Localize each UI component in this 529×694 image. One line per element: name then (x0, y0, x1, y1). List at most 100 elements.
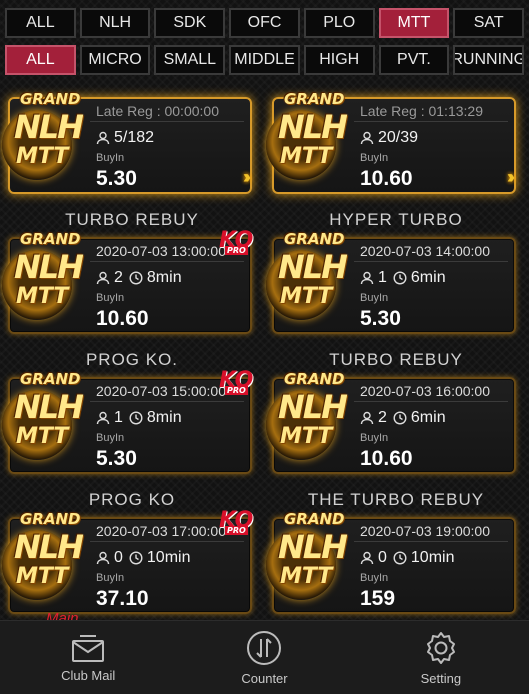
logo-grand: GRAND (284, 90, 345, 108)
filter-game-nlh[interactable]: NLH (79, 8, 151, 38)
players-icon (360, 271, 374, 285)
filter-game-all[interactable]: ALL (5, 8, 76, 38)
ko-pro-badge: KO PRO (219, 508, 253, 535)
late-reg-timer: Late Reg : 00:00:00 (90, 101, 244, 122)
game-logo: GRAND NLH MTT (0, 510, 84, 622)
players-icon (96, 551, 110, 565)
player-stats: 0 10min (96, 549, 190, 567)
logo-game: NLH (278, 248, 348, 286)
bottom-nav: Club Mail Counter Setting (0, 620, 529, 694)
players-icon (360, 131, 374, 145)
counter-icon (246, 630, 282, 666)
stake-filters: ALL MICRO SMALL MIDDLE HIGH PVT. RUNNING (0, 45, 529, 75)
logo-game: NLH (14, 108, 84, 146)
player-stats: 2 6min (360, 409, 446, 427)
player-stats: 1 8min (96, 409, 182, 427)
players-count: 1 (378, 269, 387, 286)
buyin-label: BuyIn (96, 152, 125, 164)
players-count: 2 (378, 409, 387, 426)
start-time: 2020-07-03 16:00:00 (354, 381, 508, 402)
logo-type: MTT (16, 284, 69, 309)
players-icon (360, 411, 374, 425)
logo-grand: GRAND (284, 510, 345, 528)
buyin-label: BuyIn (360, 432, 389, 444)
players-count: 1 (114, 409, 123, 426)
nav-label: Counter (241, 670, 288, 686)
game-logo: GRAND NLH MTT (0, 90, 84, 202)
nav-club-mail[interactable]: Club Mail (0, 621, 176, 694)
player-stats: 20/39 (360, 129, 418, 147)
buyin-label: BuyIn (360, 572, 389, 584)
game-logo: GRAND NLH MTT (264, 230, 348, 342)
clock-icon (129, 411, 143, 425)
logo-type: MTT (16, 144, 69, 169)
logo-grand: GRAND (284, 230, 345, 248)
filter-stake-running[interactable]: RUNNING (453, 45, 525, 75)
filter-game-mtt[interactable]: MTT (378, 8, 450, 38)
logo-game: NLH (278, 108, 348, 146)
buyin-amount: 159 (360, 587, 396, 610)
buyin-amount: 5.30 (360, 307, 401, 330)
nav-label: Setting (420, 670, 462, 686)
filter-game-ofc[interactable]: OFC (229, 8, 300, 38)
filter-game-plo[interactable]: PLO (303, 8, 375, 38)
buyin-amount: 37.10 (96, 587, 149, 610)
start-time: 2020-07-03 14:00:00 (354, 241, 508, 262)
logo-type: MTT (280, 424, 333, 449)
filter-game-sat[interactable]: SAT (453, 8, 525, 38)
filter-stake-small[interactable]: SMALL (154, 45, 226, 75)
chevron-right-icon: ››› (243, 167, 251, 187)
buyin-label: BuyIn (360, 152, 389, 164)
buyin-label: BuyIn (96, 572, 125, 584)
logo-game: NLH (14, 388, 84, 426)
players-count: 5/182 (114, 129, 155, 146)
nav-setting[interactable]: Setting (353, 621, 529, 694)
logo-game: NLH (278, 388, 348, 426)
players-icon (360, 551, 374, 565)
blind-duration: 6min (410, 269, 446, 286)
nav-label: Club Mail (61, 667, 116, 683)
tournament-title: THE TURBO REBUY (307, 490, 485, 509)
player-stats: 0 10min (360, 549, 454, 567)
blind-duration: 8min (146, 409, 182, 426)
logo-grand: GRAND (20, 90, 81, 108)
filter-game-sdk[interactable]: SDK (154, 8, 226, 38)
buyin-amount: 10.60 (360, 447, 413, 470)
logo-type: MTT (16, 424, 69, 449)
nav-counter[interactable]: Counter (176, 621, 352, 694)
logo-type: MTT (280, 564, 333, 589)
buyin-amount: 5.30 (96, 447, 137, 470)
players-icon (96, 271, 110, 285)
pro-text: PRO (225, 246, 248, 255)
late-reg-timer: Late Reg : 01:13:29 (354, 101, 508, 122)
game-logo: GRAND NLH MTT (264, 90, 348, 202)
ko-pro-badge: KO PRO (219, 228, 253, 255)
blind-duration: 10min (410, 549, 455, 566)
tournament-title: PROG KO. (85, 350, 179, 369)
logo-grand: GRAND (20, 230, 81, 248)
logo-game: NLH (278, 528, 348, 566)
filter-stake-all[interactable]: ALL (5, 45, 76, 75)
game-logo: GRAND NLH MTT (0, 230, 84, 342)
blind-duration: 6min (410, 409, 446, 426)
gear-icon (423, 630, 459, 666)
clock-icon (129, 271, 143, 285)
pro-text: PRO (225, 386, 248, 395)
clock-icon (129, 551, 143, 565)
filter-stake-high[interactable]: HIGH (303, 45, 375, 75)
tournament-title: PROG KO (88, 490, 176, 509)
filter-stake-middle[interactable]: MIDDLE (229, 45, 300, 75)
player-stats: 2 8min (96, 269, 182, 287)
game-logo: GRAND NLH MTT (264, 370, 348, 482)
tournament-title: HYPER TURBO (329, 210, 463, 229)
logo-type: MTT (280, 284, 333, 309)
filter-stake-micro[interactable]: MICRO (79, 45, 151, 75)
game-logo: GRAND NLH MTT (0, 370, 84, 482)
logo-type: MTT (280, 144, 333, 169)
logo-game: NLH (14, 248, 84, 286)
filter-stake-pvt[interactable]: PVT. (378, 45, 450, 75)
buyin-label: BuyIn (360, 292, 389, 304)
buyin-amount: 5.30 (96, 167, 137, 190)
filter-bar: ALL NLH SDK OFC PLO MTT SAT ALL MICRO SMALL MIDDL… (0, 0, 529, 75)
game-type-filters: ALL NLH SDK OFC PLO MTT SAT (0, 8, 529, 38)
